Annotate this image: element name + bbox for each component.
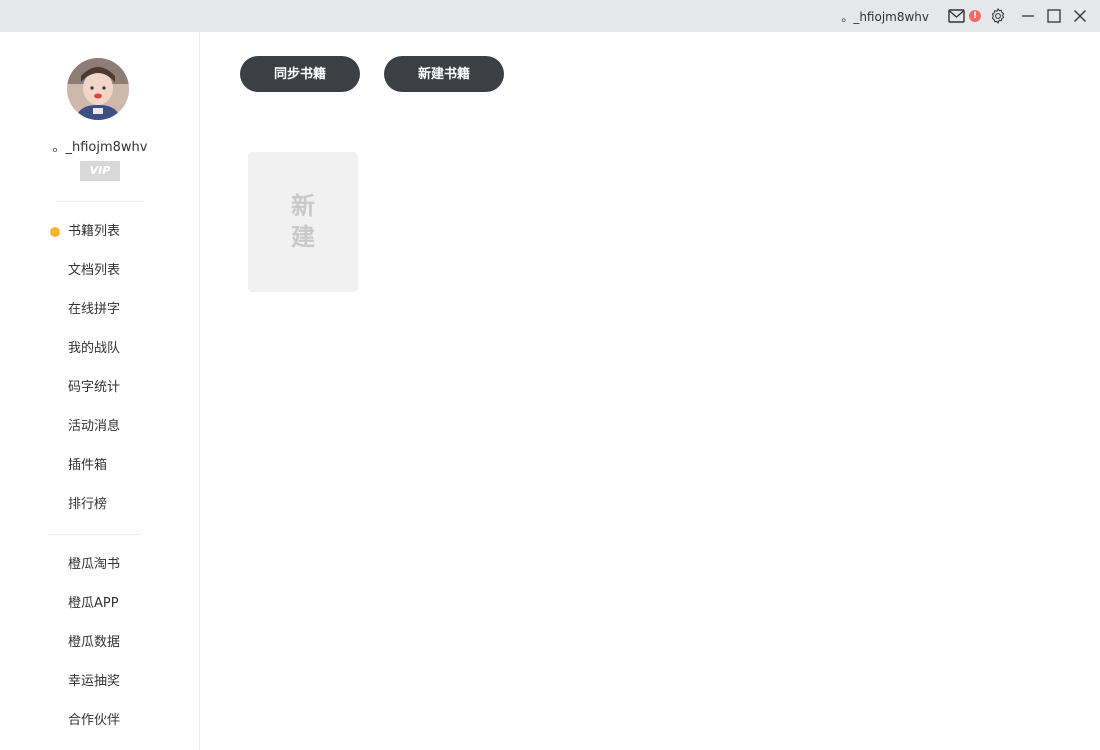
sidebar-item-lucky-draw[interactable]: 幸运抽奖 bbox=[68, 672, 120, 692]
sidebar-item-data[interactable]: 橙瓜数据 bbox=[68, 633, 120, 653]
sidebar-divider bbox=[56, 201, 144, 202]
main-content: 同步书籍 新建书籍 新建 bbox=[201, 32, 1100, 750]
sidebar-divider bbox=[48, 534, 140, 535]
gear-icon[interactable] bbox=[989, 7, 1007, 25]
sidebar: 。_hfiojm8whv VIP 书籍列表 文档列表 在线拼字 我的战队 码字统… bbox=[0, 32, 200, 750]
sidebar-item-online-typing[interactable]: 在线拼字 bbox=[68, 300, 120, 320]
sidebar-username: 。_hfiojm8whv bbox=[52, 140, 148, 155]
sync-books-button[interactable]: 同步书籍 bbox=[240, 56, 360, 92]
sidebar-item-book-list[interactable]: 书籍列表 bbox=[68, 222, 120, 242]
new-book-card[interactable]: 新建 bbox=[248, 152, 358, 292]
title-bar: 。_hfiojm8whv ! bbox=[0, 0, 1100, 32]
sidebar-item-typing-stats[interactable]: 码字统计 bbox=[68, 378, 120, 398]
sidebar-item-plugin-box[interactable]: 插件箱 bbox=[68, 456, 107, 476]
avatar[interactable] bbox=[67, 58, 129, 120]
sidebar-item-my-team[interactable]: 我的战队 bbox=[68, 339, 120, 359]
maximize-icon[interactable] bbox=[1045, 7, 1063, 25]
titlebar-username[interactable]: 。_hfiojm8whv bbox=[841, 8, 929, 25]
sidebar-item-activity-messages[interactable]: 活动消息 bbox=[68, 417, 120, 437]
minimize-icon[interactable] bbox=[1019, 7, 1037, 25]
active-indicator-dot bbox=[50, 227, 60, 237]
sidebar-item-book-shop[interactable]: 橙瓜淘书 bbox=[68, 555, 120, 575]
sidebar-item-partners[interactable]: 合作伙伴 bbox=[68, 711, 120, 731]
sidebar-item-leaderboard[interactable]: 排行榜 bbox=[68, 495, 107, 515]
alert-icon[interactable]: ! bbox=[969, 10, 981, 22]
vip-badge: VIP bbox=[80, 161, 120, 181]
new-book-button[interactable]: 新建书籍 bbox=[384, 56, 504, 92]
close-icon[interactable] bbox=[1071, 7, 1089, 25]
mail-icon[interactable] bbox=[947, 7, 965, 25]
new-book-card-label: 新建 bbox=[291, 192, 315, 251]
sidebar-item-app[interactable]: 橙瓜APP bbox=[68, 594, 119, 614]
sidebar-item-document-list[interactable]: 文档列表 bbox=[68, 261, 120, 281]
